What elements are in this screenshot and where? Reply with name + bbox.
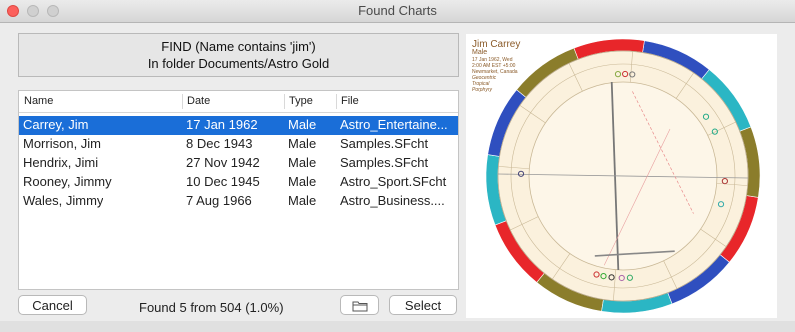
results-table: Name Date Type File Carrey, Jim 17 Jan 1…	[18, 90, 459, 290]
row-type: Male	[288, 174, 317, 189]
search-folder-line: In folder Documents/Astro Gold	[147, 56, 330, 71]
row-type: Male	[288, 117, 317, 132]
window-title: Found Charts	[358, 3, 437, 18]
title-bar: Found Charts	[0, 0, 795, 23]
row-type: Male	[288, 193, 317, 208]
column-separator	[284, 94, 285, 109]
row-name: Hendrix, Jimi	[23, 155, 99, 170]
column-separator	[182, 94, 183, 109]
row-type: Male	[288, 136, 317, 151]
row-file: Astro_Business....	[340, 193, 445, 208]
row-date: 7 Aug 1966	[186, 193, 252, 208]
results-count-status: Found 5 from 504 (1.0%)	[139, 300, 284, 315]
search-criteria-box: FIND (Name contains 'jim') In folder Doc…	[18, 33, 459, 77]
row-type: Male	[288, 155, 317, 170]
column-separator	[336, 94, 337, 109]
open-folder-button[interactable]	[340, 295, 379, 315]
row-date: 8 Dec 1943	[186, 136, 253, 151]
row-file: Samples.SFcht	[340, 155, 429, 170]
folder-icon	[352, 301, 367, 312]
row-file: Astro_Sport.SFcht	[340, 174, 447, 189]
row-name: Morrison, Jim	[23, 136, 102, 151]
row-date: 10 Dec 1945	[186, 174, 260, 189]
bottom-strip	[0, 321, 795, 332]
table-row[interactable]: Wales, Jimmy 7 Aug 1966 Male Astro_Busin…	[19, 192, 458, 211]
table-row[interactable]: Hendrix, Jimi 27 Nov 1942 Male Samples.S…	[19, 154, 458, 173]
natal-chart-wheel	[485, 38, 761, 314]
row-name: Carrey, Jim	[23, 117, 89, 132]
column-header-date[interactable]: Date	[187, 95, 210, 107]
row-name: Wales, Jimmy	[23, 193, 104, 208]
column-header-file[interactable]: File	[341, 95, 359, 107]
table-header: Name Date Type File	[19, 91, 458, 113]
row-date: 27 Nov 1942	[186, 155, 260, 170]
row-name: Rooney, Jimmy	[23, 174, 112, 189]
select-button[interactable]: Select	[389, 295, 457, 315]
row-file: Astro_Entertaine...	[340, 117, 448, 132]
row-date: 17 Jan 1962	[186, 117, 258, 132]
column-header-type[interactable]: Type	[289, 95, 313, 107]
cancel-button[interactable]: Cancel	[18, 295, 87, 315]
column-header-name[interactable]: Name	[24, 95, 53, 107]
chart-preview-panel: Jim Carrey Male 17 Jan 1962, Wed 2:00 AM…	[466, 34, 777, 318]
table-row[interactable]: Rooney, Jimmy 10 Dec 1945 Male Astro_Spo…	[19, 173, 458, 192]
table-row[interactable]: Morrison, Jim 8 Dec 1943 Male Samples.SF…	[19, 135, 458, 154]
table-row[interactable]: Carrey, Jim 17 Jan 1962 Male Astro_Enter…	[19, 116, 458, 135]
row-file: Samples.SFcht	[340, 136, 429, 151]
search-criteria-line: FIND (Name contains 'jim')	[161, 39, 316, 54]
